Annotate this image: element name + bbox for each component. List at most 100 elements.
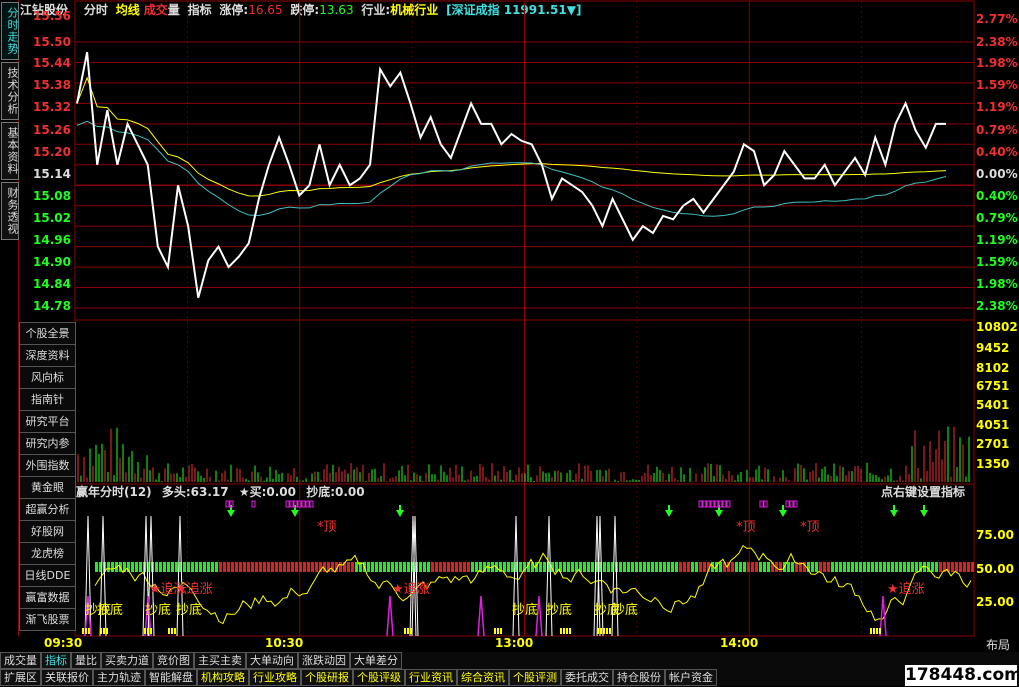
tab-volume[interactable]: 成交量 bbox=[0, 652, 41, 669]
menu-item[interactable]: 外围指数 bbox=[19, 454, 76, 477]
tab-stock-research[interactable]: 个股研报 bbox=[301, 669, 353, 686]
indicator-title: 赢年分时(12) 多头:63.17 ★买:0.00 抄底:0.00 点右键设置指… bbox=[76, 483, 976, 500]
menu-item[interactable]: 研究平台 bbox=[19, 410, 76, 433]
tab-general-news[interactable]: 综合资讯 bbox=[457, 669, 509, 686]
trend-block bbox=[651, 562, 654, 572]
trend-block bbox=[623, 562, 626, 572]
trend-block bbox=[739, 562, 742, 572]
trend-block bbox=[395, 562, 398, 572]
signal-top: *顶 bbox=[800, 520, 820, 535]
trend-block bbox=[635, 562, 638, 572]
trend-block bbox=[959, 562, 962, 572]
layout-button[interactable]: 布局 bbox=[986, 636, 1010, 653]
tab-big-order-diff[interactable]: 大单差分 bbox=[350, 652, 402, 669]
signal-marker bbox=[251, 500, 256, 508]
trend-block bbox=[267, 562, 270, 572]
trend-block bbox=[811, 562, 814, 572]
menu-item[interactable]: 指南针 bbox=[19, 388, 76, 411]
tab-price-drivers[interactable]: 涨跌动因 bbox=[298, 652, 350, 669]
trend-block bbox=[311, 562, 314, 572]
price-tick: 15.56 bbox=[33, 9, 71, 23]
trend-block bbox=[751, 562, 754, 572]
volume-tick: 6751 bbox=[976, 379, 1010, 393]
signal-chase: ★追涨 bbox=[175, 582, 213, 597]
menu-item[interactable]: 超赢分析 bbox=[19, 498, 76, 521]
tab-stock-review[interactable]: 个股评测 bbox=[509, 669, 561, 686]
trend-block bbox=[167, 562, 170, 572]
signal-block bbox=[88, 628, 90, 634]
signal-marker bbox=[718, 500, 723, 508]
trend-block bbox=[627, 562, 630, 572]
bottom-label: 抄底: bbox=[306, 485, 335, 499]
menu-item[interactable]: 龙虎榜 bbox=[19, 542, 76, 565]
tab-orders[interactable]: 委托成交 bbox=[561, 669, 613, 686]
trend-block bbox=[519, 562, 522, 572]
trend-block bbox=[939, 562, 942, 572]
menu-item[interactable]: 个股全景 bbox=[19, 322, 76, 345]
signal-marker bbox=[305, 500, 310, 508]
down-arrow-icon bbox=[227, 510, 235, 517]
signal-spike bbox=[512, 515, 520, 637]
signal-bottom: 抄底 bbox=[612, 603, 639, 618]
signal-spike bbox=[611, 515, 619, 637]
trend-block bbox=[659, 562, 662, 572]
tab-main-force[interactable]: 主力轨迹 bbox=[93, 669, 145, 686]
tab-related-quotes[interactable]: 关联报价 bbox=[41, 669, 93, 686]
tab-institution[interactable]: 机构攻略 bbox=[197, 669, 249, 686]
price-tick: 14.90 bbox=[33, 255, 71, 269]
trend-block bbox=[423, 562, 426, 572]
tabs-row-2: 扩展区 关联报价 主力轨迹 智能解盘 机构攻略 行业攻略 个股研报 个股评级 行业资讯 综合资讯个… bbox=[0, 669, 1019, 686]
tab-auction[interactable]: 竞价图 bbox=[153, 652, 194, 669]
tab-holdings[interactable]: 持仓股份 bbox=[613, 669, 665, 686]
price-tick: 15.44 bbox=[33, 56, 71, 70]
signal-bottom: 抄底 bbox=[512, 603, 539, 618]
tab-big-orders[interactable]: 大单动向 bbox=[246, 652, 298, 669]
trend-block bbox=[719, 562, 722, 572]
menu-item[interactable]: 研究内参 bbox=[19, 432, 76, 455]
trend-block bbox=[243, 562, 246, 572]
menu-item[interactable]: 赢富数据 bbox=[19, 586, 76, 609]
tab-buy-sell-power[interactable]: 买卖力道 bbox=[101, 652, 153, 669]
trend-block bbox=[779, 562, 782, 572]
volume-tick: 4051 bbox=[976, 418, 1010, 432]
tab-active-trades[interactable]: 主买主卖 bbox=[194, 652, 246, 669]
menu-item[interactable]: 深度资料 bbox=[19, 344, 76, 367]
signal-block bbox=[566, 628, 568, 634]
trend-block bbox=[235, 562, 238, 572]
trend-block bbox=[823, 562, 826, 572]
indicator-name[interactable]: 赢年分时(12) bbox=[76, 485, 152, 499]
trend-block bbox=[567, 562, 570, 572]
menu-item[interactable]: 风向标 bbox=[19, 366, 76, 389]
trend-block bbox=[367, 562, 370, 572]
tab-extension[interactable]: 扩展区 bbox=[0, 669, 41, 686]
trend-block bbox=[879, 562, 882, 572]
tab-industry-strategy[interactable]: 行业攻略 bbox=[249, 669, 301, 686]
tab-indicator[interactable]: 指标 bbox=[41, 652, 71, 669]
tab-account[interactable]: 帐户资金 bbox=[665, 669, 717, 686]
tab-smart-analysis[interactable]: 智能解盘 bbox=[145, 669, 197, 686]
pct-tick: 2.38% bbox=[976, 299, 1018, 313]
tab-stock-rating[interactable]: 个股评级 bbox=[353, 669, 405, 686]
trend-block bbox=[539, 562, 542, 572]
price-tick: 15.26 bbox=[33, 123, 71, 137]
trend-block bbox=[279, 562, 282, 572]
tab-volume-ratio[interactable]: 量比 bbox=[71, 652, 101, 669]
trend-block bbox=[355, 562, 358, 572]
trend-block bbox=[195, 562, 198, 572]
pct-tick: 0.00% bbox=[976, 167, 1018, 181]
menu-item[interactable]: 好股网 bbox=[19, 520, 76, 543]
signal-bottom: 抄底 bbox=[176, 603, 203, 618]
signal-block bbox=[144, 628, 146, 634]
indicator-hint: 点右键设置指标 bbox=[881, 485, 966, 499]
indicator-tick: 75.00 bbox=[976, 528, 1014, 542]
menu-item[interactable]: 黄金眼 bbox=[19, 476, 76, 499]
menu-item[interactable]: 日线DDE bbox=[19, 564, 76, 587]
trend-block bbox=[383, 562, 386, 572]
menu-item[interactable]: 渐飞股票 bbox=[19, 608, 76, 631]
chart-grid bbox=[74, 0, 975, 637]
tab-industry-news[interactable]: 行业资讯 bbox=[405, 669, 457, 686]
trend-block bbox=[699, 562, 702, 572]
bottom-value: 0.00 bbox=[335, 485, 365, 499]
pct-tick: 0.40% bbox=[976, 145, 1018, 159]
trend-block bbox=[303, 562, 306, 572]
